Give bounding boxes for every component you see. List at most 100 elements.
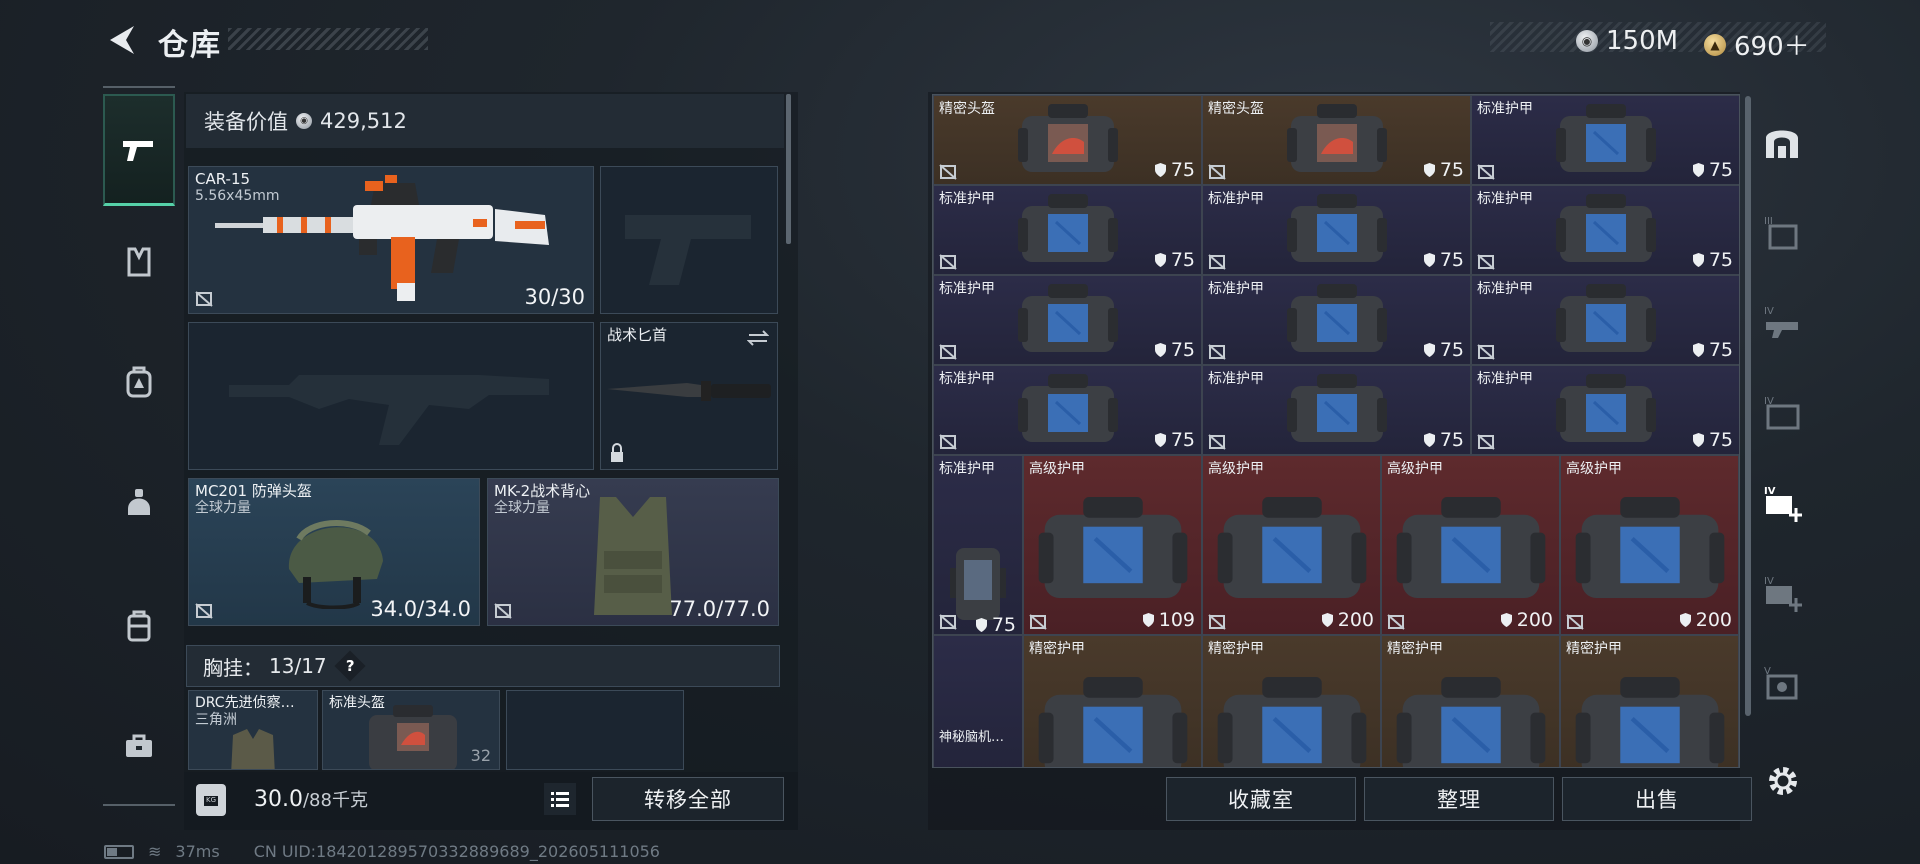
scout-rig-image bbox=[231, 729, 275, 769]
filter-tier4-plus-tab[interactable]: IV bbox=[1756, 476, 1808, 528]
armor-bag-image bbox=[1396, 676, 1545, 767]
tier-IV-icon: IV bbox=[1764, 306, 1798, 338]
gold-currency[interactable]: ▲ 690＋ bbox=[1704, 26, 1810, 63]
collection-room-button[interactable]: 收藏室 bbox=[1166, 777, 1356, 821]
shield-icon bbox=[1321, 613, 1333, 627]
stash-item-value: 109 bbox=[1142, 609, 1195, 631]
left-nav bbox=[103, 86, 175, 806]
tier-IV-folder-icon: IV bbox=[1764, 396, 1800, 430]
chest-rig-capacity: 13/17 bbox=[269, 654, 327, 678]
swap-icon[interactable] bbox=[747, 329, 769, 347]
stash-item-precision-armor[interactable]: 精密护甲 bbox=[1560, 635, 1739, 767]
silver-coin-icon: ◉ bbox=[1576, 30, 1598, 52]
stash-item-precision-helmet[interactable]: 精密头盔 75 bbox=[1202, 95, 1471, 185]
stash-item-precision-helmet[interactable]: 精密头盔 75 bbox=[933, 95, 1202, 185]
nav-weapons-tab[interactable] bbox=[103, 94, 175, 206]
rig-item-scout[interactable]: DRC先进侦察… 三角洲 bbox=[188, 690, 318, 770]
no-drop-icon bbox=[1387, 614, 1405, 630]
stash-item-value: 75 bbox=[1423, 339, 1464, 361]
equipment-scrollbar[interactable] bbox=[786, 94, 791, 244]
stash-item-standard-armor-tall[interactable]: 标准护甲 75 bbox=[933, 455, 1023, 635]
transfer-all-button[interactable]: 转移全部 bbox=[592, 777, 784, 821]
rig-slot-empty[interactable] bbox=[506, 690, 684, 770]
stash-item-precision-armor[interactable]: 精密护甲 bbox=[1023, 635, 1202, 767]
stash-item-standard-armor[interactable]: 标准护甲 75 bbox=[933, 185, 1202, 275]
stash-item-precision-armor[interactable]: 精密护甲 bbox=[1381, 635, 1560, 767]
nav-backpack-tab[interactable] bbox=[103, 326, 175, 438]
mc201-helmet-image bbox=[288, 520, 383, 609]
stash-item-standard-armor[interactable]: 标准护甲 75 bbox=[933, 365, 1202, 455]
armor-vest-icon bbox=[127, 247, 151, 277]
filter-tier4-tab[interactable]: IV bbox=[1756, 296, 1808, 348]
lock-icon bbox=[611, 443, 623, 462]
nav-rig-tab[interactable] bbox=[103, 570, 175, 682]
tier-III-icon: III bbox=[1764, 216, 1798, 250]
stash-item-advanced-armor[interactable]: 高级护甲 200 bbox=[1560, 455, 1739, 635]
secondary-weapon-slot-empty[interactable] bbox=[188, 322, 594, 470]
tier-IV-plus2-icon: IV bbox=[1764, 576, 1802, 612]
sidearm-slot-empty[interactable] bbox=[600, 166, 778, 314]
stash-item-standard-armor[interactable]: 标准护甲 75 bbox=[1471, 95, 1739, 185]
stash-item-standard-armor[interactable]: 标准护甲 75 bbox=[1202, 365, 1471, 455]
stash-item-standard-armor[interactable]: 标准护甲 75 bbox=[1471, 365, 1739, 455]
stash-item-standard-armor[interactable]: 标准护甲 75 bbox=[1202, 275, 1471, 365]
sort-button[interactable]: 整理 bbox=[1364, 777, 1554, 821]
armor-bag-image bbox=[1038, 676, 1187, 767]
no-drop-icon bbox=[1208, 344, 1226, 360]
melee-slot[interactable]: 战术匕首 bbox=[600, 322, 778, 470]
stash-item-advanced-armor[interactable]: 高级护甲 200 bbox=[1202, 455, 1381, 635]
filter-tier3-tab[interactable]: III bbox=[1756, 206, 1808, 258]
stash-item-advanced-armor[interactable]: 高级护甲 200 bbox=[1381, 455, 1560, 635]
shield-icon bbox=[1423, 433, 1435, 447]
sell-button[interactable]: 出售 bbox=[1562, 777, 1752, 821]
backpack-icon bbox=[126, 366, 152, 398]
chest-rig-bar: 胸挂： 13/17 ? bbox=[186, 645, 780, 687]
stash-scrollbar[interactable] bbox=[1745, 96, 1751, 716]
vest-slot[interactable]: MK-2战术背心 全球力量 77.0/77.0 bbox=[487, 478, 779, 626]
shield-icon bbox=[1679, 613, 1691, 627]
filter-all-tab[interactable] bbox=[1756, 116, 1808, 168]
stash-item-standard-armor[interactable]: 标准护甲 75 bbox=[1471, 185, 1739, 275]
filter-tier4-folder-tab[interactable]: IV bbox=[1756, 386, 1808, 438]
stash-item-mystery-bci[interactable]: 神秘脑机… bbox=[933, 635, 1023, 767]
equipment-value-label: 装备价值 bbox=[204, 110, 288, 134]
shield-icon bbox=[1154, 433, 1166, 447]
stash-item-standard-armor[interactable]: 标准护甲 75 bbox=[933, 275, 1202, 365]
filter-tier4-plus2-tab[interactable]: IV bbox=[1756, 566, 1808, 618]
shield-icon bbox=[1423, 253, 1435, 267]
nav-helmet-tab[interactable] bbox=[103, 446, 175, 558]
tier-V-icon: V bbox=[1764, 666, 1798, 700]
nav-armor-tab[interactable] bbox=[103, 206, 175, 318]
no-drop-icon bbox=[494, 603, 512, 619]
wifi-icon: ≋ bbox=[148, 842, 162, 861]
stash-item-standard-armor[interactable]: 标准护甲 75 bbox=[1202, 185, 1471, 275]
no-drop-icon bbox=[1477, 344, 1495, 360]
arch-icon bbox=[1766, 130, 1798, 158]
chest-rig-label: 胸挂： bbox=[203, 655, 263, 680]
rig-item-standard-helmet[interactable]: 标准头盔 32 bbox=[322, 690, 500, 770]
armor-bag-image bbox=[1575, 496, 1724, 599]
vertical-armor-bag-image bbox=[950, 548, 1006, 620]
shield-icon bbox=[1692, 433, 1704, 447]
help-icon[interactable]: ? bbox=[334, 650, 366, 682]
primary-weapon-slot[interactable]: CAR-15 5.56x45mm 30/30 bbox=[188, 166, 594, 314]
back-arrow-icon[interactable] bbox=[104, 22, 140, 58]
title-decoration bbox=[228, 28, 428, 50]
stash-item-value: 75 bbox=[1692, 159, 1733, 181]
nav-toolbox-tab[interactable] bbox=[103, 690, 175, 802]
filter-tier5-tab[interactable]: V bbox=[1756, 656, 1808, 708]
pistol-silhouette-icon bbox=[625, 215, 751, 285]
list-view-button[interactable] bbox=[544, 783, 576, 815]
stash-item-standard-armor[interactable]: 标准护甲 75 bbox=[1471, 275, 1739, 365]
helmet-slot[interactable]: MC201 防弹头盔 全球力量 34.0/34.0 bbox=[188, 478, 480, 626]
armor-bag-image bbox=[1038, 496, 1187, 599]
carry-weight: 30.0/88千克 bbox=[254, 787, 368, 812]
settings-gear-icon[interactable] bbox=[1766, 764, 1800, 798]
shield-icon bbox=[975, 618, 987, 632]
stash-item-precision-armor[interactable]: 精密护甲 bbox=[1202, 635, 1381, 767]
ping: 37ms bbox=[175, 842, 220, 861]
stash-item-advanced-armor[interactable]: 高级护甲 109 bbox=[1023, 455, 1202, 635]
shield-icon bbox=[1423, 163, 1435, 177]
pistol-icon bbox=[123, 140, 153, 161]
stash-filter-nav: III IV IV IV IV V bbox=[1756, 96, 1808, 756]
